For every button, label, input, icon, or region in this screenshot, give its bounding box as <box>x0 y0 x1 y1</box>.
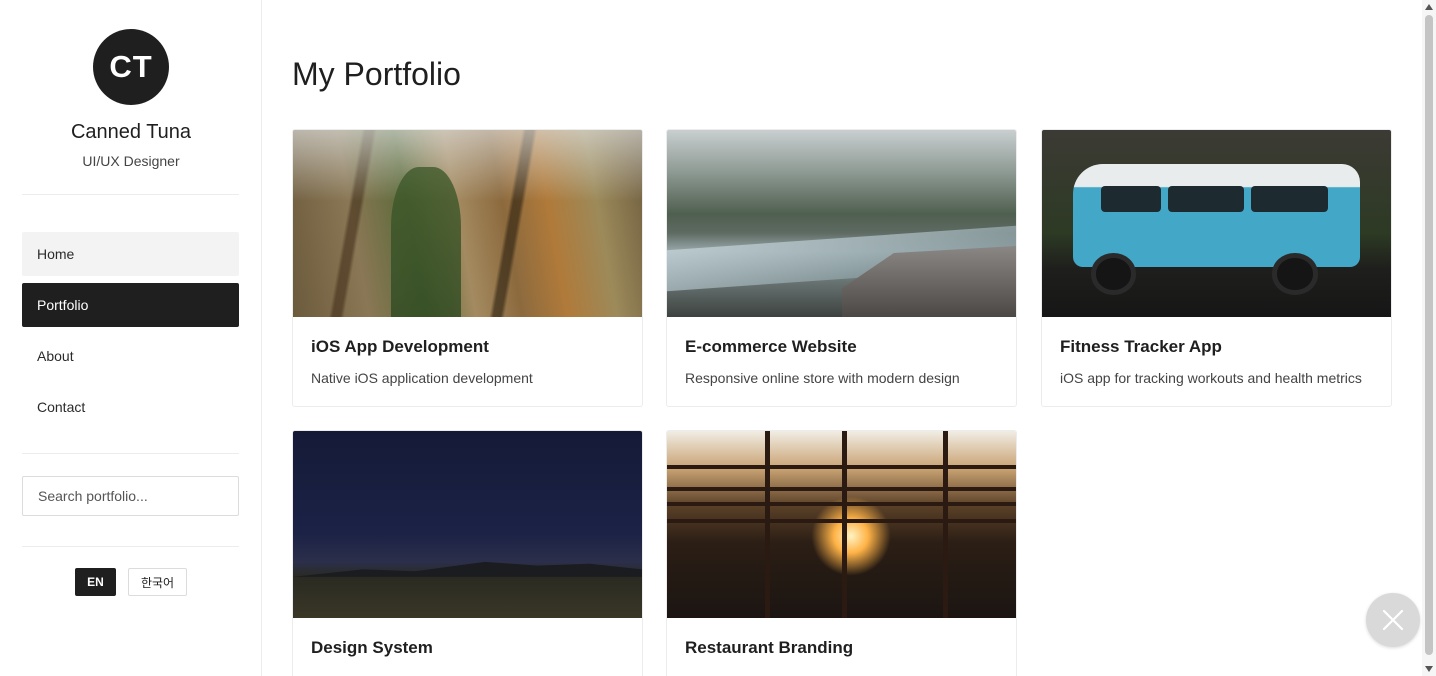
lang-button-en[interactable]: EN <box>74 568 116 596</box>
profile-role: UI/UX Designer <box>82 153 180 169</box>
fence-bar <box>764 431 770 618</box>
van-window <box>1167 186 1245 213</box>
van-window <box>1251 186 1329 213</box>
avatar: CT <box>93 29 169 105</box>
portfolio-card[interactable]: Restaurant Branding <box>666 430 1017 676</box>
scroll-up-icon[interactable] <box>1425 4 1433 10</box>
nav-item-portfolio[interactable]: Portfolio <box>22 283 239 327</box>
rock-cliffs-photo <box>293 130 642 317</box>
sidebar: CT Canned Tuna UI/UX Designer Home Portf… <box>0 0 262 676</box>
van-wheel <box>1272 253 1318 295</box>
divider <box>22 546 239 547</box>
main-content: My Portfolio iOS App Development Native … <box>262 0 1422 676</box>
card-title: Fitness Tracker App <box>1060 337 1222 356</box>
scroll-down-icon[interactable] <box>1425 666 1433 672</box>
portfolio-card[interactable]: E-commerce Website Responsive online sto… <box>666 129 1017 407</box>
close-icon <box>1382 609 1404 631</box>
scroll-thumb[interactable] <box>1425 15 1433 655</box>
van-window <box>1101 186 1161 213</box>
profile-name: Canned Tuna <box>70 121 192 143</box>
nav-item-about[interactable]: About <box>22 334 239 378</box>
main-nav: Home Portfolio About Contact <box>22 232 239 436</box>
portfolio-card[interactable]: Design System <box>292 430 643 676</box>
scrollbar[interactable] <box>1422 0 1436 676</box>
card-description: Responsive online store with modern desi… <box>685 370 960 386</box>
van-wheel <box>1090 253 1137 295</box>
portfolio-card[interactable]: Fitness Tracker App iOS app for tracking… <box>1041 129 1392 407</box>
card-title: E-commerce Website <box>685 337 857 356</box>
search-input[interactable] <box>22 476 239 516</box>
nav-item-home[interactable]: Home <box>22 232 239 276</box>
card-title: iOS App Development <box>311 337 489 356</box>
van-shape <box>1073 163 1360 267</box>
fence-bar <box>841 431 847 618</box>
page-title: My Portfolio <box>292 56 461 92</box>
close-button[interactable] <box>1366 593 1420 647</box>
portfolio-card[interactable]: iOS App Development Native iOS applicati… <box>292 129 643 407</box>
fence-bar <box>942 431 948 618</box>
card-description: iOS app for tracking workouts and health… <box>1060 370 1362 386</box>
card-title: Restaurant Branding <box>685 638 854 657</box>
lang-button-ko[interactable]: 한국어 <box>127 568 188 596</box>
divider <box>22 194 239 195</box>
nav-item-contact[interactable]: Contact <box>22 385 239 429</box>
avatar-initials: CT <box>109 49 153 84</box>
mountain-river-photo <box>667 130 1016 317</box>
sunset-highway-photo <box>667 431 1016 618</box>
card-description: Native iOS application development <box>311 370 533 386</box>
night-sky-photo <box>293 431 642 618</box>
language-switcher: EN 한국어 <box>0 568 262 596</box>
card-title: Design System <box>311 638 433 657</box>
blue-van-photo <box>1042 130 1391 317</box>
divider <box>22 453 239 454</box>
